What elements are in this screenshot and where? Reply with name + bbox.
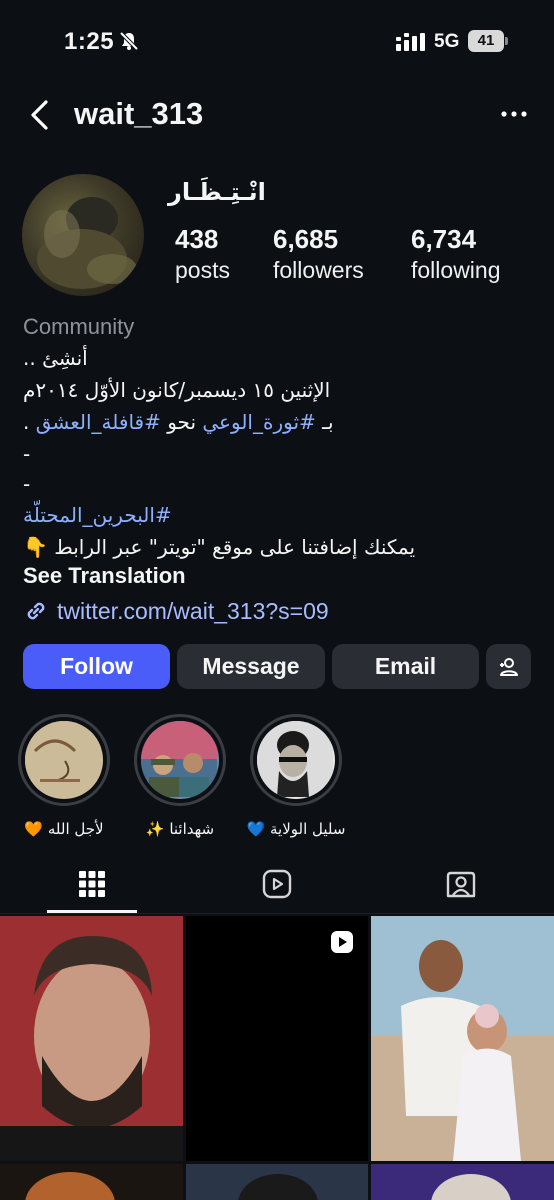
bio-line-3-suffix: . bbox=[23, 410, 36, 434]
battery-level: 41 bbox=[468, 30, 504, 52]
grid-post[interactable] bbox=[371, 916, 554, 1161]
grid-icon bbox=[79, 871, 105, 897]
followers-label: followers bbox=[273, 257, 364, 283]
suggested-users-button[interactable] bbox=[486, 644, 531, 689]
post-thumbnail bbox=[431, 1174, 511, 1200]
grid-post[interactable] bbox=[0, 916, 183, 1161]
reel-indicator-icon bbox=[331, 931, 353, 953]
hashtag-link[interactable]: #قافلة_العشق bbox=[36, 410, 161, 434]
status-time: 1:25 bbox=[64, 28, 115, 55]
bio-line-2: الإثنين ١٥ ديسمبر/كانون الأوّل ٢٠١٤م bbox=[23, 378, 331, 402]
grid-post-reel[interactable] bbox=[186, 916, 368, 1161]
signal-icon bbox=[396, 33, 425, 51]
network-type: 5G bbox=[434, 31, 460, 52]
followers-count: 6,685 bbox=[273, 224, 339, 254]
header-username: wait_313 bbox=[74, 96, 204, 131]
bell-muted-icon bbox=[119, 31, 139, 51]
post-thumbnail bbox=[0, 916, 183, 1161]
profile-link-text[interactable]: twitter.com/wait_313?s=09 bbox=[57, 598, 329, 625]
reels-icon bbox=[262, 869, 292, 899]
highlight-item[interactable]: شهدائنا ✨ bbox=[134, 714, 226, 838]
email-button[interactable]: Email bbox=[332, 644, 479, 689]
posts-count: 438 bbox=[175, 224, 219, 254]
battery-icon: 41 bbox=[468, 30, 508, 52]
bio-line-1: أنشِئ .. bbox=[23, 346, 88, 370]
grid-post[interactable] bbox=[0, 1164, 183, 1200]
highlight-label: شهدائنا ✨ bbox=[145, 820, 215, 838]
highlight-cover-image bbox=[141, 721, 217, 797]
highlight-cover-image bbox=[257, 721, 333, 797]
stat-following[interactable]: 6,734 following bbox=[411, 224, 501, 284]
link-icon bbox=[27, 602, 45, 620]
follow-button[interactable]: Follow bbox=[23, 644, 170, 689]
profile-avatar[interactable] bbox=[22, 174, 144, 296]
back-arrow-icon[interactable] bbox=[28, 98, 52, 132]
bio-line-4: - bbox=[23, 442, 31, 466]
tab-posts-grid[interactable] bbox=[72, 862, 112, 906]
hashtag-link[interactable]: #ثورة_الوعي bbox=[202, 410, 315, 434]
more-options-icon[interactable] bbox=[500, 104, 528, 124]
following-label: following bbox=[411, 257, 501, 283]
stat-posts[interactable]: 438 posts bbox=[175, 224, 230, 284]
tab-tagged[interactable] bbox=[441, 862, 481, 906]
highlight-label: لأجل الله 🧡 bbox=[24, 820, 104, 838]
highlight-label: سليل الولاية 💙 bbox=[246, 820, 346, 838]
posts-label: posts bbox=[175, 257, 230, 283]
tab-reels[interactable] bbox=[257, 862, 297, 906]
tab-divider bbox=[0, 913, 554, 914]
bio-line-5: - bbox=[23, 472, 31, 496]
highlight-cover-image bbox=[25, 721, 101, 797]
add-person-icon bbox=[499, 657, 518, 676]
stat-followers[interactable]: 6,685 followers bbox=[273, 224, 364, 284]
bio-line-3-prefix: بـ bbox=[315, 410, 334, 434]
profile-display-name: انْـتِـظَـار bbox=[168, 178, 266, 206]
post-thumbnail bbox=[371, 916, 554, 1161]
post-thumbnail bbox=[238, 1174, 318, 1200]
hashtag-link[interactable]: #البحرين_المحتلّة bbox=[23, 503, 172, 527]
grid-post[interactable] bbox=[371, 1164, 554, 1200]
bio-line-7: يمكنك إضافتنا على موقع "تويتر" عبر الراب… bbox=[23, 535, 416, 559]
profile-link[interactable]: twitter.com/wait_313?s=09 bbox=[23, 596, 329, 626]
highlight-item[interactable]: لأجل الله 🧡 bbox=[18, 714, 110, 838]
bio-line-3-mid: نحو bbox=[160, 410, 203, 434]
profile-category: Community bbox=[23, 314, 135, 339]
status-bar: 1:25 5G 41 bbox=[0, 0, 554, 86]
following-count: 6,734 bbox=[411, 224, 477, 254]
highlight-item[interactable]: سليل الولاية 💙 bbox=[247, 714, 345, 838]
see-translation-link[interactable]: See Translation bbox=[23, 563, 186, 589]
message-button[interactable]: Message bbox=[177, 644, 325, 689]
tagged-icon bbox=[446, 871, 476, 898]
grid-post[interactable] bbox=[186, 1164, 368, 1200]
avatar-image bbox=[37, 197, 137, 289]
post-thumbnail bbox=[25, 1172, 115, 1200]
bio-line-3: بـ #ثورة_الوعي نحو #قافلة_العشق . bbox=[23, 410, 334, 434]
